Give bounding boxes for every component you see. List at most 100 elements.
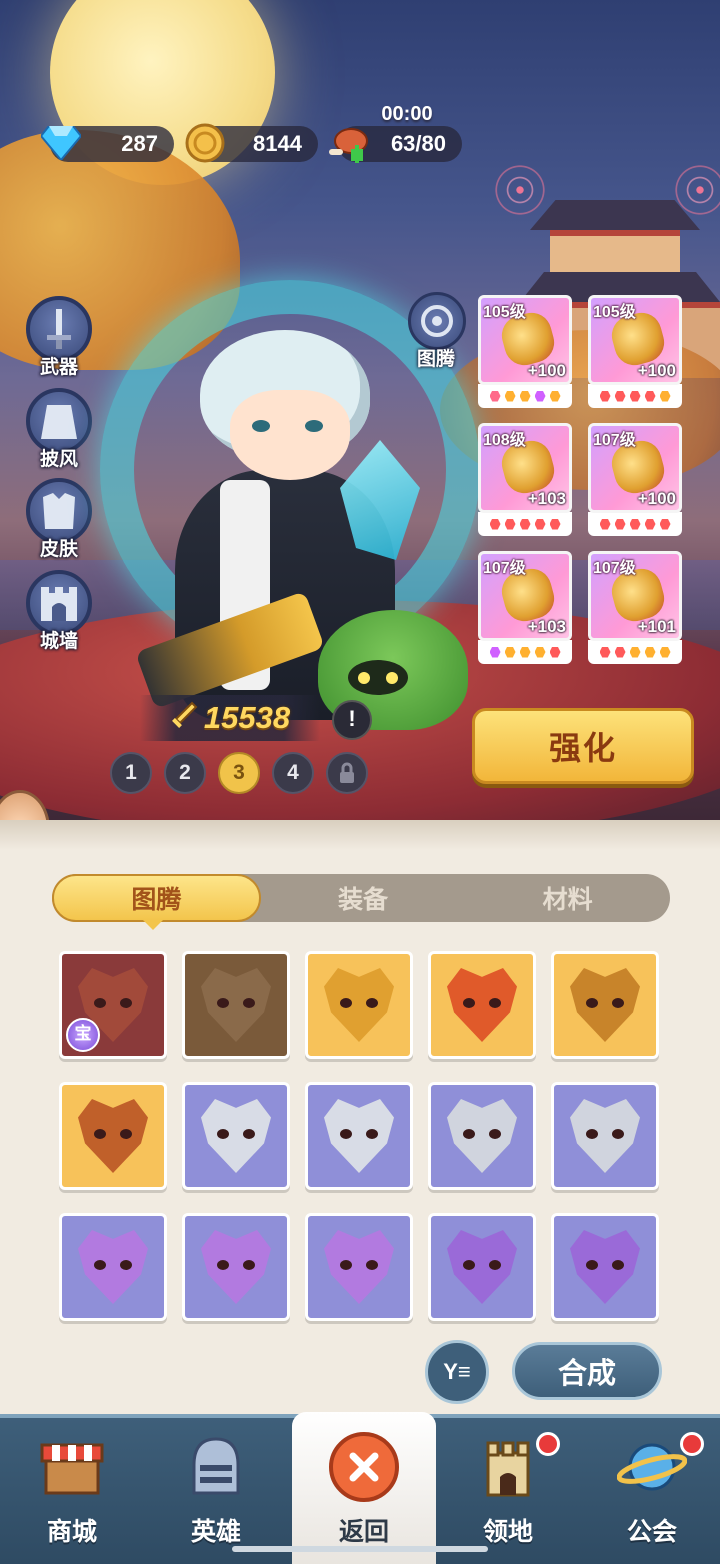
totem-item[interactable] (428, 1213, 536, 1321)
nav-shop[interactable]: 商城 (0, 1418, 144, 1564)
totem-item[interactable] (182, 1213, 290, 1321)
bottom-nav: 商城 英雄 返回 领地 公会 (0, 1412, 720, 1564)
totem-mask-icon (324, 1230, 394, 1304)
locked-page-button[interactable] (326, 752, 368, 794)
totem-item[interactable] (428, 1082, 536, 1190)
nav-back-label: 返回 (338, 1518, 389, 1546)
star-hex-icon (599, 390, 611, 402)
star-hex-icon (614, 518, 626, 530)
tab-totem[interactable]: 图腾 (52, 874, 261, 922)
star-hex-icon (549, 646, 561, 658)
star-hex-icon (549, 390, 561, 402)
totem-mask-icon (447, 968, 517, 1042)
nav-back[interactable]: 返回 (292, 1412, 436, 1564)
totem-button[interactable]: 图腾 (408, 292, 466, 371)
star-hex-icon (504, 518, 516, 530)
totem-item[interactable] (305, 951, 413, 1059)
totem-item[interactable] (551, 951, 659, 1059)
star-hex-icon (519, 646, 531, 658)
page-button-1[interactable]: 1 (110, 752, 152, 794)
nav-territory[interactable]: 领地 (436, 1418, 580, 1564)
equipment-slot[interactable]: 105级 +100 (588, 295, 682, 411)
totem-item[interactable] (182, 1082, 290, 1190)
equipment-card: 107级 +101 (588, 551, 682, 641)
equipment-slot[interactable]: 107级 +100 (588, 423, 682, 539)
lock-icon (340, 762, 354, 783)
stamina-counter[interactable]: 63/80 (329, 126, 462, 163)
tab-materials[interactable]: 材料 (465, 874, 670, 922)
totem-item[interactable] (551, 1213, 659, 1321)
nav-territory-label: 领地 (482, 1518, 533, 1546)
star-hex-icon (519, 518, 531, 530)
diamond-icon (38, 120, 84, 166)
planet-icon (617, 1432, 687, 1502)
page-button-4[interactable]: 4 (272, 752, 314, 794)
stamina-count: 63/80 (390, 131, 446, 156)
star-hex-icon (629, 518, 641, 530)
notification-dot (680, 1432, 704, 1456)
strengthen-button[interactable]: 强化 (472, 708, 694, 784)
totem-item[interactable] (59, 1213, 167, 1321)
totem-mask-icon (201, 1230, 271, 1304)
star-hex-icon (644, 390, 656, 402)
notification-dot (536, 1432, 560, 1456)
info-button[interactable]: ! (332, 700, 372, 740)
hero-face (230, 390, 350, 480)
totem-item[interactable] (182, 951, 290, 1059)
star-hex-icon (504, 646, 516, 658)
star-hex-icon (659, 390, 671, 402)
totem-icon (408, 292, 466, 350)
equipment-slot[interactable]: 108级 +103 (478, 423, 572, 539)
shop-icon (37, 1432, 107, 1502)
totem-mask-icon (570, 1099, 640, 1173)
star-hex-icon (504, 390, 516, 402)
castle-icon (473, 1432, 543, 1502)
filter-button[interactable]: Y≡ (425, 1340, 489, 1404)
totem-item[interactable]: 宝 (59, 951, 167, 1059)
star-hex-icon (489, 518, 501, 530)
home-indicator (232, 1546, 488, 1552)
page-button-3[interactable]: 3 (218, 752, 260, 794)
equipment-level: 108级 (483, 432, 526, 449)
meat-icon (326, 120, 372, 166)
equipment-stars (588, 384, 682, 408)
nav-guild[interactable]: 公会 (580, 1418, 720, 1564)
merge-button[interactable]: 合成 (512, 1342, 662, 1400)
star-hex-icon (614, 390, 626, 402)
equipment-slot[interactable]: 107级 +103 (478, 551, 572, 667)
equipment-card: 107级 +100 (588, 423, 682, 513)
nav-hero[interactable]: 英雄 (144, 1418, 288, 1564)
equipment-stars (588, 512, 682, 536)
totem-item[interactable] (305, 1213, 413, 1321)
tab-equipment[interactable]: 装备 (261, 874, 466, 922)
totem-item[interactable] (428, 951, 536, 1059)
filter-icon: Y≡ (443, 1359, 471, 1384)
equipment-slot[interactable]: 105级 +100 (478, 295, 572, 411)
equipment-bonus: +101 (637, 617, 676, 636)
star-hex-icon (644, 518, 656, 530)
totem-mask-icon (570, 968, 640, 1042)
power-value: 15538 (203, 700, 291, 735)
totem-item[interactable] (59, 1082, 167, 1190)
equipment-stars (478, 640, 572, 664)
equipment-slot[interactable]: 107级 +101 (588, 551, 682, 667)
totem-mask-icon (324, 1099, 394, 1173)
helmet-icon (181, 1432, 251, 1502)
equipment-stars (478, 512, 572, 536)
totem-mask-icon (201, 1099, 271, 1173)
equipment-card: 105级 +100 (478, 295, 572, 385)
equipment-card: 108级 +103 (478, 423, 572, 513)
nav-shop-label: 商城 (46, 1518, 97, 1546)
gem-counter[interactable]: 287 (41, 126, 174, 162)
star-hex-icon (534, 518, 546, 530)
totem-item[interactable] (551, 1082, 659, 1190)
totem-button-label: 图腾 (416, 349, 455, 370)
totem-item[interactable] (305, 1082, 413, 1190)
totem-mask-icon (201, 968, 271, 1042)
page-button-2[interactable]: 2 (164, 752, 206, 794)
equipment-level: 105级 (593, 304, 636, 321)
equipment-level: 107级 (483, 560, 526, 577)
coin-icon (182, 120, 228, 166)
equipment-card: 105级 +100 (588, 295, 682, 385)
gold-counter[interactable]: 8144 (185, 123, 318, 163)
